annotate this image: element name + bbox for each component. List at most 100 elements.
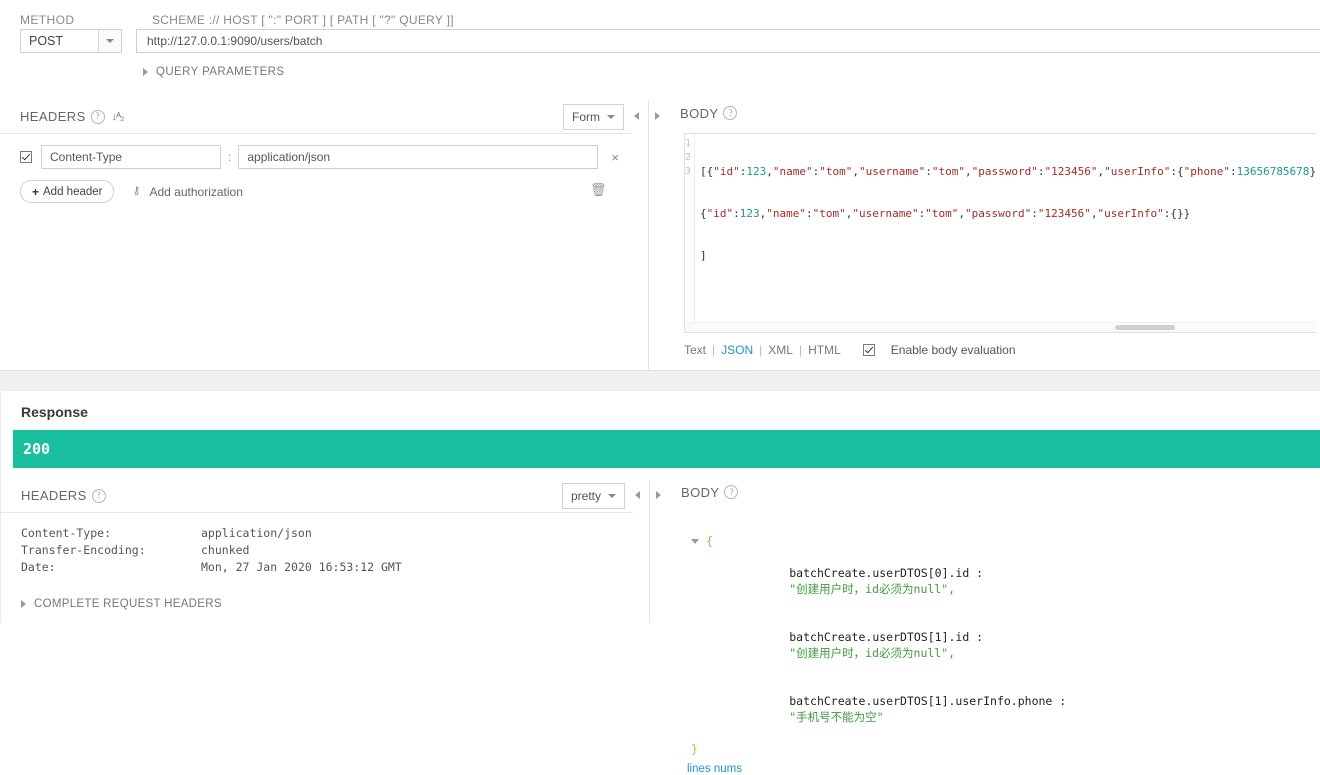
format-json-option[interactable]: JSON: [721, 343, 753, 357]
request-body-line: [{"id":123,"name":"tom","username":"tom"…: [700, 165, 1316, 178]
response-column-divider: [649, 479, 650, 623]
lines-nums-link[interactable]: lines nums: [669, 763, 1320, 775]
tree-entry: batchCreate.userDTOS[0].id : "创建用户时，id必须…: [691, 549, 1320, 613]
request-headers-title: HEADERS: [20, 109, 86, 124]
table-row: Transfer-Encoding: chunked: [21, 542, 633, 559]
close-brace: }: [691, 742, 698, 756]
sort-az-icon[interactable]: ↓ᴬ₂: [112, 111, 125, 123]
panel-gap: [0, 371, 1320, 391]
add-header-button[interactable]: + Add header: [20, 180, 115, 203]
request-body-line: {"id":123,"name":"tom","username":"tom",…: [700, 207, 1191, 220]
entry-key: batchCreate.userDTOS[1].userInfo.phone :: [789, 694, 1067, 708]
method-select[interactable]: POST: [20, 29, 122, 53]
chevron-down-icon[interactable]: [691, 538, 699, 544]
header-name-input[interactable]: Content-Type: [41, 145, 221, 169]
header-name: Date:: [21, 560, 56, 574]
tree-root-row[interactable]: {: [691, 533, 1320, 549]
request-headers-section: HEADERS ? ↓ᴬ₂ Form Content-Type : applic…: [0, 100, 632, 371]
format-text-option[interactable]: Text: [684, 343, 706, 357]
http-client-app: METHOD SCHEME :// HOST [ ":" PORT ] [ PA…: [0, 0, 1320, 775]
line-number: 3: [685, 166, 692, 177]
request-body-hscrollbar[interactable]: [685, 322, 1316, 332]
open-brace: {: [706, 534, 713, 548]
close-icon[interactable]: ×: [611, 151, 619, 164]
trash-icon[interactable]: 🗑: [590, 182, 607, 198]
scrollbar-thumb[interactable]: [1115, 325, 1175, 330]
help-icon[interactable]: ?: [723, 106, 738, 120]
chevron-right-icon: [143, 68, 148, 76]
response-title: Response: [21, 404, 88, 420]
header-row: Content-Type : application/json ×: [0, 145, 632, 169]
request-body-code[interactable]: [{"id":123,"name":"tom","username":"tom"…: [695, 134, 1316, 332]
help-icon[interactable]: ?: [90, 109, 105, 124]
header-name: Content-Type:: [21, 526, 112, 540]
table-row: Content-Type: application/json: [21, 525, 633, 542]
request-headers-view-mode-button[interactable]: Form: [563, 104, 624, 130]
response-headers-section: HEADERS ? pretty Content-Type: applicati…: [1, 479, 633, 623]
url-input[interactable]: http://127.0.0.1:9090/users/batch: [136, 29, 1320, 53]
entry-key: batchCreate.userDTOS[1].id :: [789, 630, 984, 644]
line-number: 2: [685, 152, 692, 163]
response-body-section: BODY ? { batchCreate.userDTOS[0].id : "创…: [669, 479, 1320, 775]
entry-value: "手机号不能为空": [789, 710, 884, 724]
request-body-header: BODY ?: [668, 100, 1320, 126]
header-actions-row: + Add header ⚷ Add authorization 🗑: [0, 180, 632, 203]
chevron-down-icon: [608, 494, 616, 498]
format-separator: |: [712, 343, 716, 357]
help-icon[interactable]: ?: [724, 485, 739, 499]
format-html-option[interactable]: HTML: [808, 343, 841, 357]
query-parameters-label: QUERY PARAMETERS: [156, 66, 285, 78]
request-body-section: BODY ? 1 2 3 [{"id":123,"name":"tom","us…: [668, 100, 1320, 371]
scheme-label: SCHEME :// HOST [ ":" PORT ] [ PATH [ "?…: [152, 13, 454, 27]
complete-request-headers-label: COMPLETE REQUEST HEADERS: [34, 598, 222, 610]
format-separator: |: [759, 343, 763, 357]
header-value: chunked: [201, 543, 250, 557]
collapse-left-icon[interactable]: [635, 491, 640, 499]
request-column-divider: [648, 100, 649, 371]
url-row: METHOD SCHEME :// HOST [ ":" PORT ] [ PA…: [0, 0, 1320, 78]
response-headers-table: Content-Type: application/json Transfer-…: [1, 525, 633, 576]
query-parameters-toggle[interactable]: QUERY PARAMETERS: [143, 66, 284, 78]
response-headers-header: HEADERS ? pretty: [1, 479, 633, 513]
add-authorization-label: Add authorization: [149, 184, 243, 199]
method-caret-box[interactable]: [99, 30, 121, 52]
format-xml-option[interactable]: XML: [768, 343, 793, 357]
header-colon: :: [228, 150, 232, 164]
chevron-down-icon: [106, 39, 114, 43]
header-enabled-checkbox[interactable]: [20, 151, 32, 163]
collapse-right-icon[interactable]: [655, 112, 660, 120]
response-panel: Response 200 HEADERS ? pretty Content-Ty…: [0, 391, 1320, 775]
response-headers-view-mode-button[interactable]: pretty: [561, 483, 625, 509]
help-icon[interactable]: ?: [91, 488, 106, 503]
response-headers-title: HEADERS: [21, 488, 87, 503]
header-value-input[interactable]: application/json: [238, 145, 599, 169]
plus-icon: +: [32, 184, 40, 199]
status-code: 200: [23, 440, 51, 458]
request-headers-header: HEADERS ? ↓ᴬ₂ Form: [0, 100, 632, 134]
enable-body-evaluation-label: Enable body evaluation: [890, 343, 1016, 357]
entry-key: batchCreate.userDTOS[0].id :: [789, 566, 984, 580]
request-panel: METHOD SCHEME :// HOST [ ":" PORT ] [ PA…: [0, 0, 1320, 371]
enable-body-evaluation-checkbox[interactable]: [862, 344, 875, 356]
tree-entry: batchCreate.userDTOS[1].userInfo.phone :…: [691, 677, 1320, 741]
request-body-title: BODY: [680, 105, 719, 121]
table-row: Date: Mon, 27 Jan 2020 16:53:12 GMT: [21, 559, 633, 576]
add-authorization-button[interactable]: ⚷ Add authorization: [132, 185, 242, 199]
collapse-left-icon[interactable]: [634, 112, 639, 120]
enable-body-evaluation-toggle[interactable]: Enable body evaluation: [862, 343, 1016, 357]
header-value: application/json: [201, 526, 312, 540]
method-value: POST: [29, 34, 64, 48]
entry-value: "创建用户时，id必须为null",: [789, 646, 956, 660]
entry-value: "创建用户时，id必须为null",: [789, 582, 956, 596]
url-value: http://127.0.0.1:9090/users/batch: [147, 34, 323, 48]
response-body-tree: { batchCreate.userDTOS[0].id : "创建用户时，id…: [669, 533, 1320, 757]
request-body-editor[interactable]: 1 2 3 [{"id":123,"name":"tom","username"…: [684, 133, 1316, 333]
add-header-label: Add header: [43, 185, 103, 198]
complete-request-headers-toggle[interactable]: COMPLETE REQUEST HEADERS: [1, 598, 633, 610]
status-bar: 200: [13, 430, 1320, 468]
response-body-title: BODY: [681, 484, 720, 500]
header-name: Transfer-Encoding:: [21, 543, 146, 557]
request-body-gutter: 1 2 3: [685, 134, 696, 332]
collapse-right-icon[interactable]: [656, 491, 661, 499]
format-separator: |: [798, 343, 803, 357]
